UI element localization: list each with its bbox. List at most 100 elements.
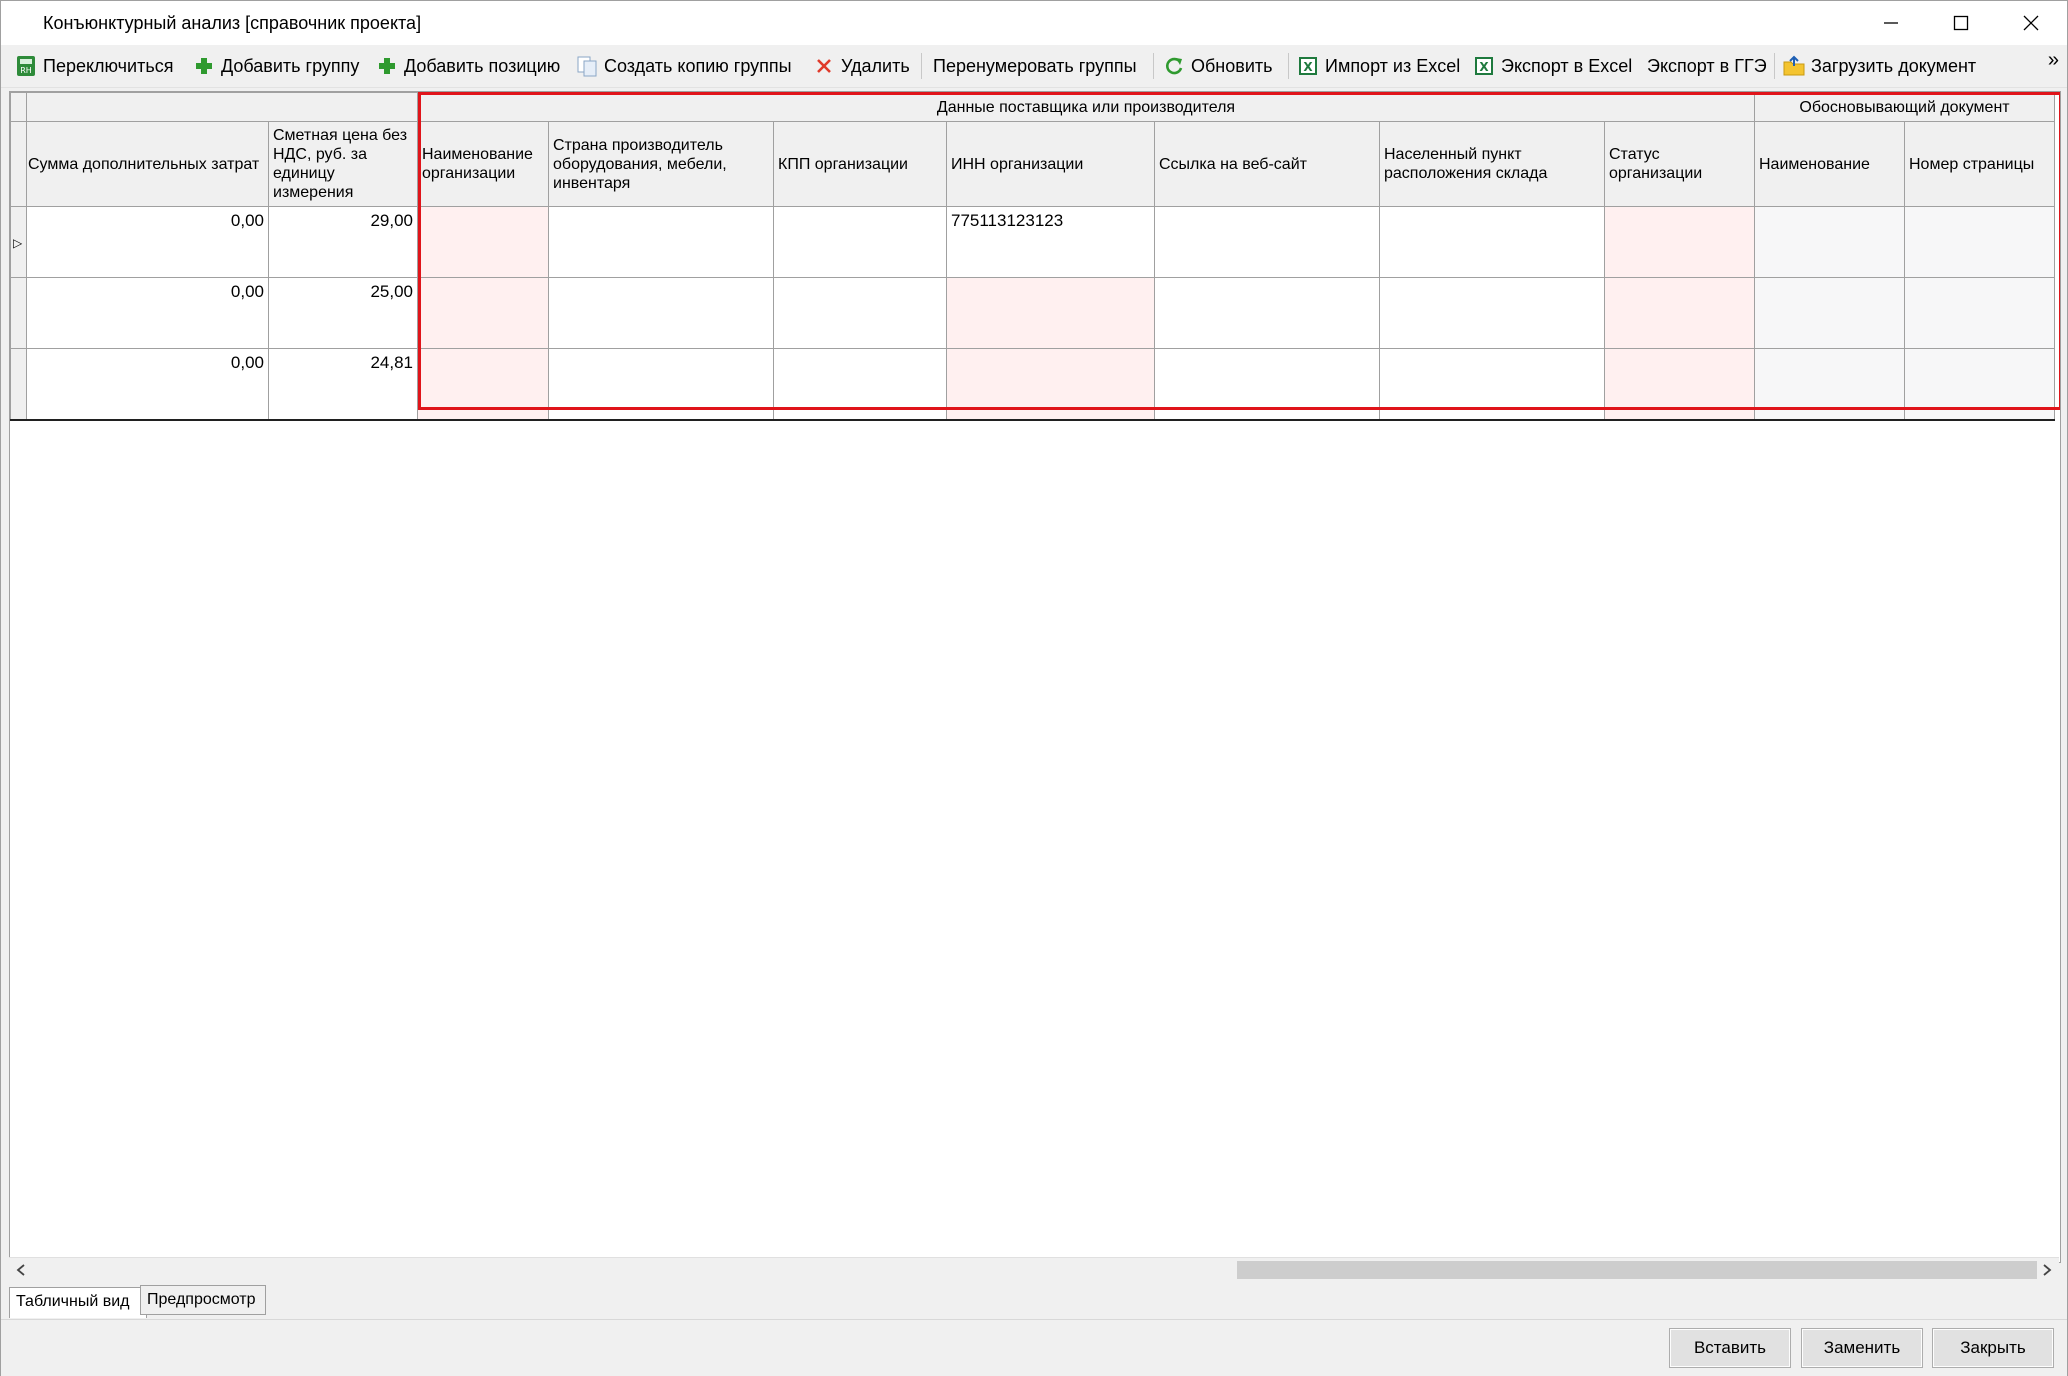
cell-kpp[interactable]: [773, 206, 947, 278]
close-window-button[interactable]: [1996, 1, 2066, 45]
excel-icon: X: [1297, 55, 1319, 77]
cell-inn[interactable]: [946, 277, 1155, 349]
cell-country[interactable]: [548, 348, 774, 421]
band-empty: [26, 92, 418, 122]
scroll-right-arrow-icon[interactable]: [2035, 1258, 2059, 1282]
copy-group-label: Создать копию группы: [604, 55, 792, 76]
cell-kpp[interactable]: [773, 277, 947, 349]
window-title: Конъюнктурный анализ [справочник проекта…: [43, 13, 422, 33]
cell-org-name[interactable]: [417, 277, 549, 349]
col-header-extra-cost[interactable]: Сумма дополнительных затрат: [26, 121, 269, 207]
svg-text:RH: RH: [20, 66, 32, 75]
conjuncture-table: Данные поставщика или производителя Обос…: [10, 92, 2055, 421]
title-bar: Конъюнктурный анализ [справочник проекта…: [1, 1, 2067, 45]
import-excel-label: Импорт из Excel: [1325, 55, 1461, 76]
delete-button[interactable]: Удалить: [813, 51, 910, 81]
add-group-button[interactable]: Добавить группу: [193, 51, 359, 81]
data-grid: Данные поставщика или производителя Обос…: [9, 91, 2061, 1263]
cell-org-name[interactable]: [417, 348, 549, 421]
cell-org-status[interactable]: [1604, 348, 1755, 421]
cell-inn[interactable]: 775113123123: [946, 206, 1155, 278]
export-excel-button[interactable]: X Экспорт в Excel: [1473, 51, 1632, 81]
tab-preview[interactable]: Предпросмотр: [140, 1285, 266, 1315]
cell-warehouse-locality[interactable]: [1379, 348, 1605, 421]
vertical-scrollbar-edge[interactable]: [2061, 91, 2067, 1261]
toolbar-overflow-button[interactable]: »: [2048, 49, 2059, 72]
cell-warehouse-locality[interactable]: [1379, 277, 1605, 349]
cell-page-number[interactable]: [1904, 206, 2055, 278]
minimize-button[interactable]: [1856, 1, 1926, 45]
col-header-website[interactable]: Ссылка на веб-сайт: [1154, 121, 1380, 207]
conjuncture-analysis-window: Конъюнктурный анализ [справочник проекта…: [0, 0, 2068, 1376]
cell-doc-name[interactable]: [1754, 348, 1905, 421]
horizontal-scrollbar[interactable]: [9, 1257, 2059, 1282]
cell-website[interactable]: [1154, 348, 1380, 421]
cell-inn[interactable]: [946, 348, 1155, 421]
renumber-groups-label: Перенумеровать группы: [933, 55, 1137, 76]
maximize-button[interactable]: [1926, 1, 1996, 45]
current-row-arrow-icon: ▷: [13, 236, 23, 250]
cell-country[interactable]: [548, 206, 774, 278]
table-row[interactable]: 0,00 25,00: [10, 277, 2055, 349]
svg-text:X: X: [1303, 60, 1313, 74]
cell-org-name[interactable]: [417, 206, 549, 278]
col-header-estimated-price[interactable]: Сметная цена без НДС, руб. за единицу из…: [268, 121, 418, 207]
col-header-page-number[interactable]: Номер страницы: [1904, 121, 2055, 207]
cell-extra-cost[interactable]: 0,00: [26, 206, 269, 278]
col-header-inn[interactable]: ИНН организации: [946, 121, 1155, 207]
cell-doc-name[interactable]: [1754, 277, 1905, 349]
row-header-top: [10, 121, 27, 207]
close-icon: [2023, 15, 2039, 31]
scrollbar-thumb[interactable]: [1237, 1261, 2037, 1279]
cell-website[interactable]: [1154, 206, 1380, 278]
cell-doc-name[interactable]: [1754, 206, 1905, 278]
toolbar-separator: [1774, 53, 1775, 79]
add-position-button[interactable]: Добавить позицию: [376, 51, 560, 81]
col-header-doc-name[interactable]: Наименование: [1754, 121, 1905, 207]
col-header-kpp[interactable]: КПП организации: [773, 121, 947, 207]
col-header-org-name[interactable]: Наименование организации: [417, 121, 549, 207]
renumber-groups-button[interactable]: Перенумеровать группы: [933, 51, 1137, 81]
delete-label: Удалить: [841, 55, 910, 76]
col-header-org-status[interactable]: Статус организации: [1604, 121, 1755, 207]
cell-org-status[interactable]: [1604, 277, 1755, 349]
row-indicator[interactable]: [10, 348, 27, 421]
cell-page-number[interactable]: [1904, 348, 2055, 421]
add-position-label: Добавить позицию: [404, 55, 561, 76]
table-row[interactable]: ▷ 0,00 29,00 775113123123: [10, 206, 2055, 278]
cell-page-number[interactable]: [1904, 277, 2055, 349]
replace-button[interactable]: Заменить: [1801, 1328, 1923, 1368]
cell-extra-cost[interactable]: 0,00: [26, 348, 269, 421]
close-button[interactable]: Закрыть: [1932, 1328, 2054, 1368]
cell-estimated-price[interactable]: 24,81: [268, 348, 418, 421]
cell-website[interactable]: [1154, 277, 1380, 349]
scroll-left-arrow-icon[interactable]: [9, 1258, 33, 1282]
table-row[interactable]: 0,00 24,81: [10, 348, 2055, 421]
insert-button[interactable]: Вставить: [1669, 1328, 1791, 1368]
cell-estimated-price[interactable]: 29,00: [268, 206, 418, 278]
red-x-icon: [813, 55, 835, 77]
cell-warehouse-locality[interactable]: [1379, 206, 1605, 278]
load-document-button[interactable]: Загрузить документ: [1783, 51, 1976, 81]
col-header-country[interactable]: Страна производитель оборудования, мебел…: [548, 121, 774, 207]
cell-estimated-price[interactable]: 25,00: [268, 277, 418, 349]
switch-button[interactable]: RH Переключиться: [15, 51, 173, 81]
export-gge-button[interactable]: Экспорт в ГГЭ: [1647, 51, 1767, 81]
svg-text:X: X: [1479, 60, 1489, 74]
copy-group-button[interactable]: Создать копию группы: [576, 51, 792, 81]
import-excel-button[interactable]: X Импорт из Excel: [1297, 51, 1460, 81]
excel-icon: X: [1473, 55, 1495, 77]
cell-country[interactable]: [548, 277, 774, 349]
row-indicator[interactable]: ▷: [10, 206, 27, 278]
band-supplier-data: Данные поставщика или производителя: [417, 92, 1755, 122]
cell-org-status[interactable]: [1604, 206, 1755, 278]
export-excel-label: Экспорт в Excel: [1501, 55, 1633, 76]
col-header-warehouse-locality[interactable]: Населенный пункт расположения склада: [1379, 121, 1605, 207]
cell-kpp[interactable]: [773, 348, 947, 421]
tab-table-view[interactable]: Табличный вид: [9, 1287, 147, 1318]
cell-extra-cost[interactable]: 0,00: [26, 277, 269, 349]
refresh-button[interactable]: Обновить: [1163, 51, 1273, 81]
export-gge-label: Экспорт в ГГЭ: [1647, 55, 1767, 76]
row-indicator[interactable]: [10, 277, 27, 349]
toolbar-separator: [1288, 53, 1289, 79]
